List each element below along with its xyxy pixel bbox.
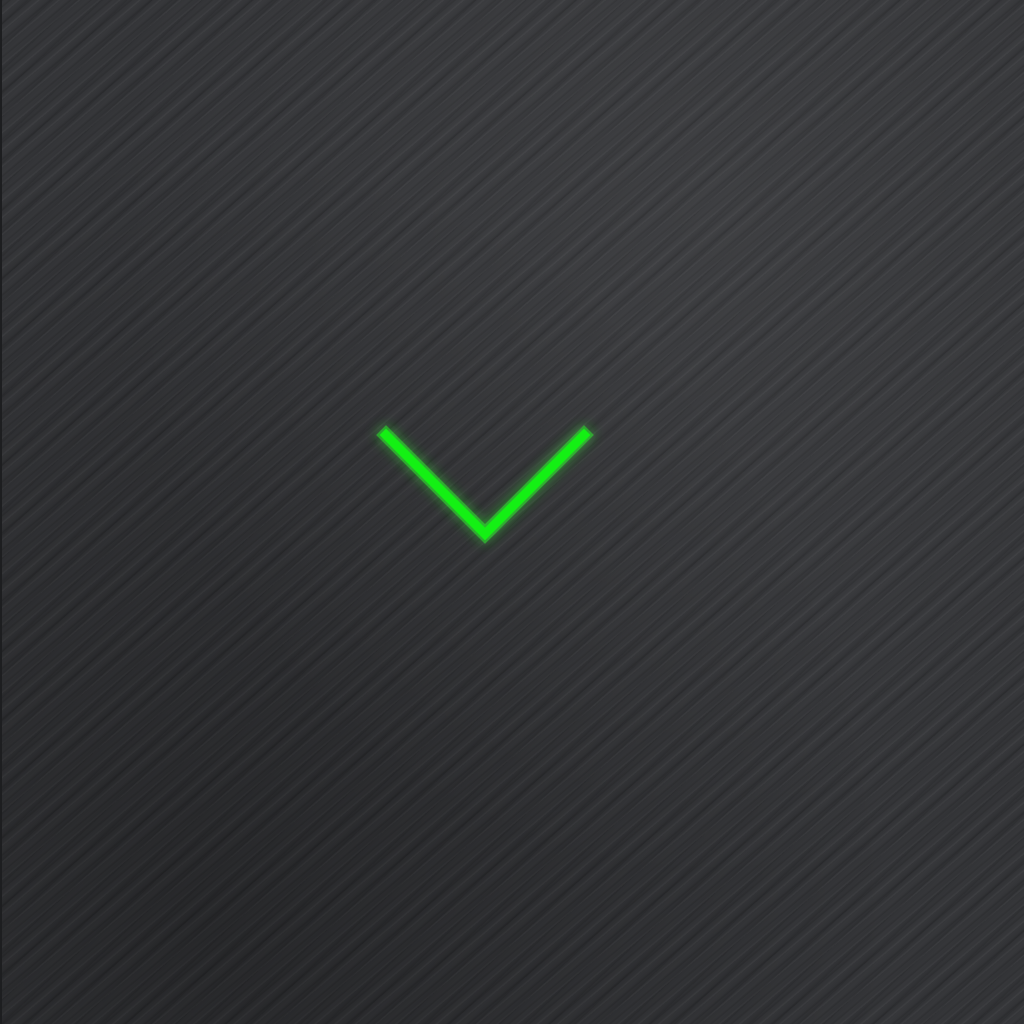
chevron-down-icon [376, 425, 594, 544]
brushed-metal-background [0, 0, 1024, 1024]
expand-chevron-button[interactable] [370, 415, 602, 555]
screen-edge [0, 0, 2, 1024]
